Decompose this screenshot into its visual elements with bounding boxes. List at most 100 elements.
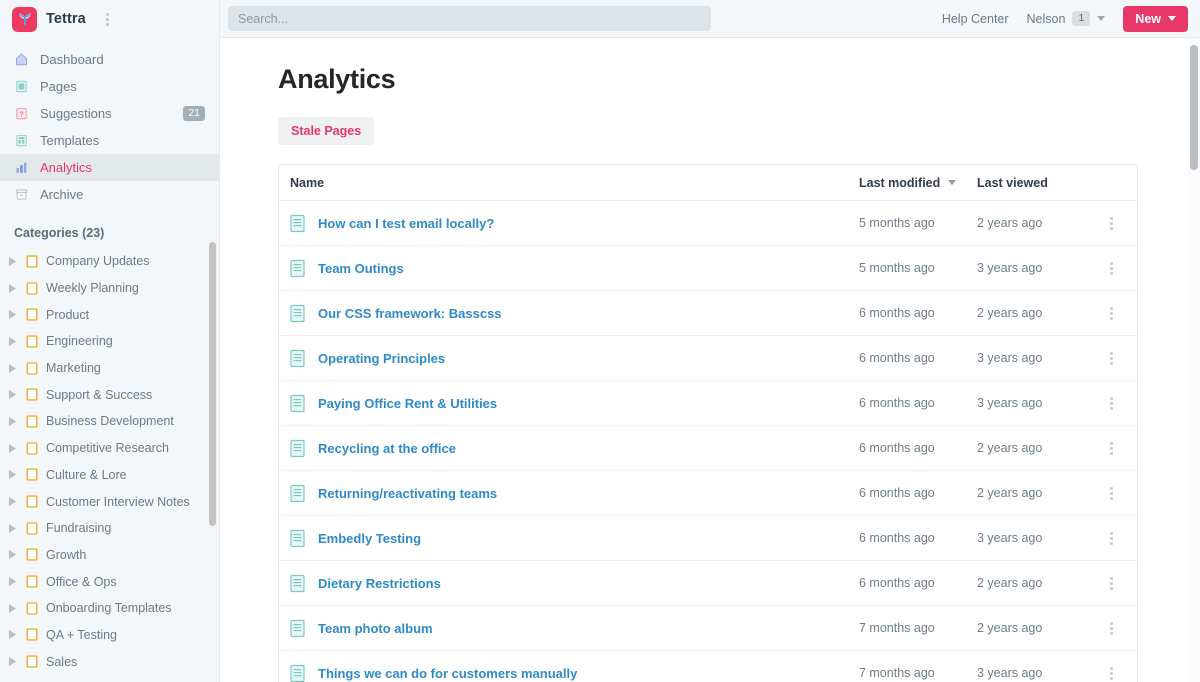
row-menu-icon[interactable] xyxy=(1108,528,1115,549)
column-header-last-viewed[interactable]: Last viewed xyxy=(977,176,1093,190)
chevron-right-icon[interactable] xyxy=(6,256,18,266)
column-header-last-modified[interactable]: Last modified xyxy=(859,176,977,190)
sidebar-scrollbar[interactable] xyxy=(209,242,216,526)
page-link[interactable]: Things we can do for customers manually xyxy=(318,666,577,681)
category-item[interactable]: QA + Testing xyxy=(0,622,219,649)
row-menu-icon[interactable] xyxy=(1108,438,1115,459)
chevron-right-icon[interactable] xyxy=(6,363,18,373)
user-menu[interactable]: Nelson 1 xyxy=(1027,10,1106,27)
chevron-right-icon[interactable] xyxy=(6,630,18,640)
tab-stale-pages[interactable]: Stale Pages xyxy=(278,117,375,145)
row-menu-icon[interactable] xyxy=(1108,303,1115,324)
page-scrollbar-thumb[interactable] xyxy=(1190,45,1198,170)
table-row[interactable]: How can I test email locally? 5 months a… xyxy=(279,201,1137,246)
row-menu-icon[interactable] xyxy=(1108,618,1115,639)
primary-nav: Dashboard Pages ? Suggestions 21 Templat… xyxy=(0,38,219,208)
table-header-row: Name Last modified Last viewed xyxy=(279,165,1137,201)
page-link[interactable]: Team photo album xyxy=(318,621,433,636)
category-item[interactable]: Business Development xyxy=(0,408,219,435)
sidebar-item-analytics[interactable]: Analytics xyxy=(0,154,219,181)
category-label: Competitive Research xyxy=(46,441,169,456)
category-item[interactable]: Sales xyxy=(0,648,219,675)
row-menu-icon[interactable] xyxy=(1108,348,1115,369)
chevron-right-icon[interactable] xyxy=(6,310,18,320)
page-link[interactable]: Dietary Restrictions xyxy=(318,576,441,591)
sidebar-item-archive[interactable]: Archive xyxy=(0,181,219,208)
category-item[interactable]: Onboarding Templates xyxy=(0,595,219,622)
table-row[interactable]: Our CSS framework: Basscss 6 months ago … xyxy=(279,291,1137,336)
folder-icon xyxy=(26,468,38,481)
sidebar-item-suggestions[interactable]: ? Suggestions 21 xyxy=(0,100,219,127)
folder-icon xyxy=(26,628,38,642)
category-item[interactable]: Product xyxy=(0,301,219,328)
search-input[interactable] xyxy=(228,6,711,31)
category-item[interactable]: Company Updates xyxy=(0,248,219,275)
page-document-icon xyxy=(290,484,307,503)
chevron-right-icon[interactable] xyxy=(6,577,18,587)
column-header-name[interactable]: Name xyxy=(290,176,324,190)
category-item[interactable]: Office & Ops xyxy=(0,568,219,595)
row-menu-icon[interactable] xyxy=(1108,483,1115,504)
chevron-right-icon[interactable] xyxy=(6,603,18,613)
workspace-menu-icon[interactable] xyxy=(101,10,115,28)
table-row[interactable]: Things we can do for customers manually … xyxy=(279,651,1137,682)
folder-icon xyxy=(26,522,38,535)
category-item[interactable]: Fundraising xyxy=(0,515,219,542)
table-row[interactable]: Team Outings 5 months ago 3 years ago xyxy=(279,246,1137,291)
row-menu-icon[interactable] xyxy=(1108,393,1115,414)
last-modified-value: 6 months ago xyxy=(859,531,935,545)
page-link[interactable]: Paying Office Rent & Utilities xyxy=(318,396,497,411)
new-button[interactable]: New xyxy=(1123,5,1188,32)
chevron-right-icon[interactable] xyxy=(6,443,18,453)
chevron-right-icon[interactable] xyxy=(6,470,18,480)
sidebar-item-templates[interactable]: Templates xyxy=(0,127,219,154)
last-modified-value: 6 months ago xyxy=(859,441,935,455)
page-link[interactable]: How can I test email locally? xyxy=(318,216,494,231)
chevron-right-icon[interactable] xyxy=(6,283,18,293)
chevron-right-icon[interactable] xyxy=(6,416,18,426)
table-row[interactable]: Operating Principles 6 months ago 3 year… xyxy=(279,336,1137,381)
table-row[interactable]: Embedly Testing 6 months ago 3 years ago xyxy=(279,516,1137,561)
sidebar-item-dashboard[interactable]: Dashboard xyxy=(0,46,219,73)
category-item[interactable]: Culture & Lore xyxy=(0,462,219,489)
chevron-right-icon[interactable] xyxy=(6,390,18,400)
category-label: Weekly Planning xyxy=(46,281,139,296)
row-menu-icon[interactable] xyxy=(1108,258,1115,279)
brand-header: Tettra xyxy=(0,0,219,38)
chevron-right-icon[interactable] xyxy=(6,497,18,507)
last-viewed-value: 3 years ago xyxy=(977,351,1043,365)
tettra-logo[interactable] xyxy=(12,6,37,32)
chevron-right-icon[interactable] xyxy=(6,523,18,533)
category-item[interactable]: Growth xyxy=(0,542,219,569)
category-item[interactable]: Support & Success xyxy=(0,381,219,408)
table-row[interactable]: Team photo album 7 months ago 2 years ag… xyxy=(279,606,1137,651)
page-link[interactable]: Team Outings xyxy=(318,261,404,276)
table-row[interactable]: Returning/reactivating teams 6 months ag… xyxy=(279,471,1137,516)
help-center-link[interactable]: Help Center xyxy=(942,12,1009,26)
category-item[interactable]: Marketing xyxy=(0,355,219,382)
chevron-right-icon[interactable] xyxy=(6,657,18,667)
table-row[interactable]: Recycling at the office 6 months ago 2 y… xyxy=(279,426,1137,471)
last-viewed-value: 2 years ago xyxy=(977,216,1043,230)
category-label: Company Updates xyxy=(46,254,150,269)
sidebar-item-pages[interactable]: Pages xyxy=(0,73,219,100)
row-menu-icon[interactable] xyxy=(1108,573,1115,594)
row-menu-icon[interactable] xyxy=(1108,663,1115,682)
category-label: Business Development xyxy=(46,414,174,429)
category-item[interactable]: Engineering xyxy=(0,328,219,355)
page-link[interactable]: Embedly Testing xyxy=(318,531,421,546)
table-row[interactable]: Paying Office Rent & Utilities 6 months … xyxy=(279,381,1137,426)
chevron-right-icon[interactable] xyxy=(6,550,18,560)
category-item[interactable]: Weekly Planning xyxy=(0,275,219,302)
page-link[interactable]: Our CSS framework: Basscss xyxy=(318,306,502,321)
row-menu-icon[interactable] xyxy=(1108,213,1115,234)
table-row[interactable]: Dietary Restrictions 6 months ago 2 year… xyxy=(279,561,1137,606)
page-link[interactable]: Operating Principles xyxy=(318,351,445,366)
last-viewed-value: 3 years ago xyxy=(977,666,1043,680)
page-link[interactable]: Returning/reactivating teams xyxy=(318,486,497,501)
page-link[interactable]: Recycling at the office xyxy=(318,441,456,456)
chevron-right-icon[interactable] xyxy=(6,336,18,346)
last-modified-value: 6 months ago xyxy=(859,351,935,365)
category-item[interactable]: Competitive Research xyxy=(0,435,219,462)
category-item[interactable]: Customer Interview Notes xyxy=(0,488,219,515)
